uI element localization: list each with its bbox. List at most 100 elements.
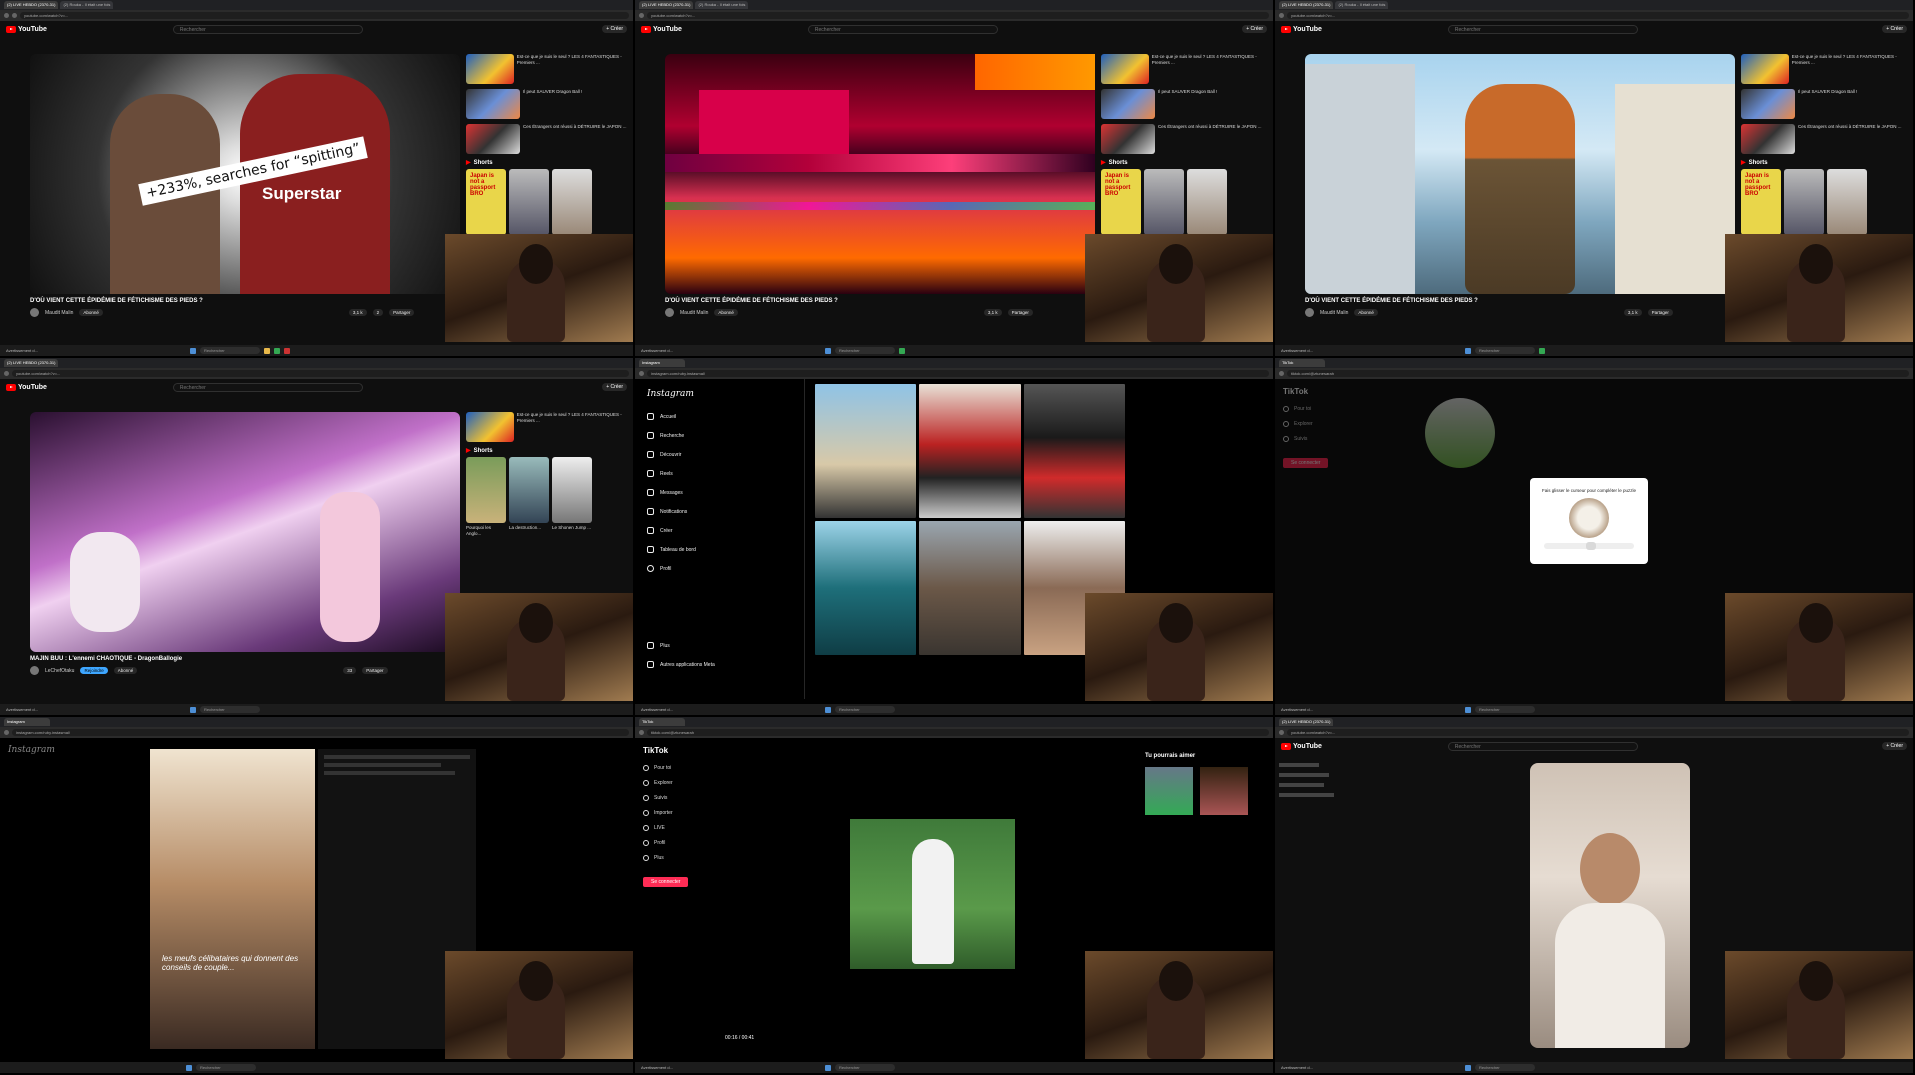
list-item[interactable]: Ces Étrangers ont réussi à DÉTRUIRE le J… <box>1101 124 1266 154</box>
video-player[interactable]: Superstar +233%, searches for “spitting” <box>30 54 460 294</box>
browser-tab[interactable]: (2) LIVE HEBDO (2370-31) <box>639 1 694 9</box>
sidebar-item-following[interactable]: Suivis <box>643 795 747 801</box>
list-item[interactable]: Est-ce que je suis le seul ? LES 4 FANTA… <box>1741 54 1906 84</box>
windows-icon[interactable] <box>1465 706 1471 713</box>
weather-widget[interactable]: Avertissement d... <box>641 707 701 712</box>
sidebar-item-explore[interactable]: Explorer <box>643 780 747 786</box>
browser-tab[interactable]: TikTok <box>639 718 685 726</box>
youtube-logo[interactable]: YouTube <box>1281 25 1322 33</box>
weather-widget[interactable]: Avertissement d... <box>1281 1065 1341 1070</box>
list-item[interactable]: Il peut SAUVER Dragon Ball ! <box>1101 89 1266 119</box>
avatar[interactable] <box>665 308 674 317</box>
like-button[interactable]: 3,1 k <box>1623 309 1642 316</box>
chrome-icon[interactable] <box>274 347 280 354</box>
back-icon[interactable] <box>639 13 644 18</box>
back-icon[interactable] <box>1279 13 1284 18</box>
browser-tab[interactable]: (2) LIVE HEBDO (2370-31) <box>1279 718 1334 726</box>
list-item[interactable]: Est-ce que je suis le seul ? LES 4 FANTA… <box>466 54 631 84</box>
browser-tab[interactable]: (2) LIVE HEBDO (2370-31) <box>4 1 59 9</box>
youtube-logo[interactable]: YouTube <box>641 25 682 33</box>
video-player[interactable] <box>1305 54 1735 294</box>
windows-icon[interactable] <box>186 1064 192 1071</box>
create-button[interactable]: + Créer <box>602 383 627 391</box>
url-field[interactable]: youtube.com/watch?v=... <box>1287 729 1909 736</box>
post-thumb[interactable] <box>815 521 917 655</box>
sidebar-item-upload[interactable]: Importer <box>643 810 747 816</box>
youtube-logo[interactable]: YouTube <box>6 25 47 33</box>
browser-tab[interactable]: (2) Rouka - Il était une fois <box>60 1 114 9</box>
short-thumb[interactable] <box>552 457 592 523</box>
create-button[interactable]: + Créer <box>1242 25 1267 33</box>
weather-widget[interactable]: Avertissement d... <box>6 348 66 353</box>
subscribed-button[interactable]: Abonné <box>1354 309 1378 316</box>
taskbar-search[interactable]: Rechercher <box>1475 1064 1535 1071</box>
reel-video[interactable]: les meufs célibataires qui donnent des c… <box>150 749 315 1049</box>
short-thumb[interactable]: Japan is not a passport BRO <box>1101 169 1141 235</box>
channel-name[interactable]: LeChefOtaku <box>45 668 74 674</box>
taskbar-search[interactable]: Rechercher <box>196 1064 256 1071</box>
share-button[interactable]: Partager <box>1647 309 1673 316</box>
video-player[interactable] <box>665 54 1095 294</box>
post-thumb[interactable] <box>919 384 1021 518</box>
weather-widget[interactable]: Avertissement d... <box>6 707 66 712</box>
taskbar-search[interactable]: Rechercher <box>1475 347 1535 354</box>
url-field[interactable]: instagram.com/ruby.instasmal/ <box>647 370 1269 377</box>
weather-widget[interactable]: Avertissement d... <box>641 348 701 353</box>
short-thumb[interactable] <box>466 457 506 523</box>
weather-widget[interactable]: Avertissement d... <box>641 1065 701 1070</box>
sidebar-item-foryou[interactable]: Pour toi <box>643 765 747 771</box>
short-thumb[interactable] <box>509 457 549 523</box>
url-field[interactable]: youtube.com/watch?v=... <box>20 12 629 19</box>
search-input[interactable]: Rechercher <box>172 24 363 34</box>
browser-tab[interactable]: (2) LIVE HEBDO (2370-31) <box>4 359 59 367</box>
join-button[interactable]: Rejoindre <box>80 667 108 674</box>
youtube-logo[interactable]: YouTube <box>6 383 47 391</box>
windows-icon[interactable] <box>825 706 831 713</box>
search-input[interactable]: Rechercher <box>807 24 998 34</box>
post-thumb[interactable] <box>815 384 917 518</box>
windows-icon[interactable] <box>190 706 196 713</box>
sidebar-item-reels[interactable]: Reels <box>647 470 792 477</box>
suggest-thumb[interactable] <box>1200 767 1248 815</box>
like-button[interactable]: 3,1 k <box>983 309 1002 316</box>
taskbar-search[interactable]: Rechercher <box>835 706 895 713</box>
taskbar-search[interactable]: Rechercher <box>200 706 260 713</box>
sidebar-item-notifications[interactable]: Notifications <box>647 508 792 515</box>
create-button[interactable]: + Créer <box>1882 742 1907 750</box>
short-thumb[interactable] <box>552 169 592 235</box>
list-item[interactable]: Il peut SAUVER Dragon Ball ! <box>466 89 631 119</box>
app-icon[interactable] <box>284 347 290 354</box>
avatar[interactable] <box>30 666 39 675</box>
short-video[interactable] <box>1530 763 1690 1048</box>
avatar[interactable] <box>30 308 39 317</box>
browser-tab[interactable]: Instagram <box>4 718 50 726</box>
sidebar-item-create[interactable]: Créer <box>647 527 792 534</box>
instagram-logo[interactable]: Instagram <box>8 745 55 755</box>
sidebar-item-dashboard[interactable]: Tableau de bord <box>647 546 792 553</box>
share-button[interactable]: Partager <box>362 667 388 674</box>
browser-tab[interactable]: (2) LIVE HEBDO (2370-31) <box>1279 1 1334 9</box>
folder-icon[interactable] <box>264 347 270 354</box>
short-thumb[interactable] <box>1187 169 1227 235</box>
subscribed-button[interactable]: Abonné <box>714 309 738 316</box>
list-item[interactable]: Est-ce que je suis le seul ? LES 4 FANTA… <box>1101 54 1266 84</box>
reload-icon[interactable] <box>12 13 17 18</box>
youtube-logo[interactable]: YouTube <box>1281 742 1322 750</box>
url-field[interactable]: youtube.com/watch?v=... <box>12 370 629 377</box>
dislike-button[interactable]: 2 <box>372 309 384 316</box>
slider-handle[interactable] <box>1586 542 1596 550</box>
search-input[interactable]: Rechercher <box>172 382 363 392</box>
short-thumb[interactable] <box>1784 169 1824 235</box>
sidebar-item-profile[interactable]: Profil <box>643 840 747 846</box>
url-field[interactable]: youtube.com/watch?v=... <box>647 12 1269 19</box>
list-item[interactable]: Ces Étrangers ont réussi à DÉTRUIRE le J… <box>1741 124 1906 154</box>
back-icon[interactable] <box>4 730 9 735</box>
sidebar-item-explore[interactable]: Découvrir <box>647 451 792 458</box>
channel-name[interactable]: Maudit Malin <box>1320 310 1348 316</box>
share-button[interactable]: Partager <box>1007 309 1033 316</box>
tiktok-video[interactable] <box>850 819 1015 969</box>
sidebar-item-meta[interactable]: Autres applications Meta <box>647 661 792 668</box>
back-icon[interactable] <box>1279 371 1284 376</box>
short-thumb[interactable]: Japan is not a passport BRO <box>466 169 506 235</box>
windows-icon[interactable] <box>190 347 196 354</box>
